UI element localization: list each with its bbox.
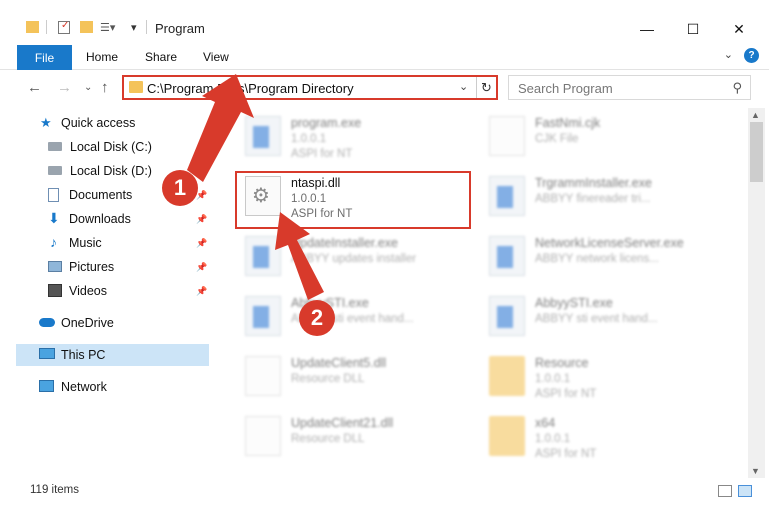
folder-icon xyxy=(489,416,525,456)
maximize-button[interactable]: ☐ xyxy=(670,14,716,44)
file-tab[interactable]: File xyxy=(17,45,72,70)
network-icon xyxy=(39,380,54,392)
computer-icon xyxy=(39,348,55,359)
application-icon xyxy=(245,296,281,336)
customize-icon[interactable]: ☰▾ xyxy=(100,16,115,38)
list-item[interactable]: UpdateClient5.dll Resource DLL xyxy=(237,350,477,406)
vertical-scrollbar[interactable]: ▲ ▼ xyxy=(748,108,765,478)
list-item[interactable]: TrgrammInstaller.exe ABBYY finereader tr… xyxy=(481,170,721,226)
forward-arrow-icon[interactable]: → xyxy=(57,79,72,96)
sidebar-item-local-disk-c[interactable]: Local Disk (C:) xyxy=(0,136,210,158)
ribbon: File Home Share View ⌄ ? xyxy=(0,44,769,70)
list-item[interactable]: x64 1.0.0.1 ASPI for NT xyxy=(481,410,721,466)
list-item[interactable]: AbbyySTI.exe ABBYY sti event hand... xyxy=(481,290,721,346)
drive-icon xyxy=(48,166,62,175)
navigation-pane: ★ Quick access Local Disk (C:) Local Dis… xyxy=(0,108,210,478)
application-icon xyxy=(245,236,281,276)
sidebar-item-videos[interactable]: Videos 📌 xyxy=(0,280,210,302)
folder-icon xyxy=(489,356,525,396)
separator xyxy=(46,20,47,34)
address-bar[interactable]: C:\Program Files\Program Directory ⌄ ↻ xyxy=(122,75,498,100)
highlight-box xyxy=(235,171,471,229)
list-item[interactable]: program.exe 1.0.0.1 ASPI for NT xyxy=(237,110,477,166)
list-item[interactable]: NetworkLicenseServer.exe ABBYY network l… xyxy=(481,230,721,286)
dll-gear-icon xyxy=(245,356,281,396)
pin-icon[interactable]: 📌 xyxy=(196,286,207,297)
application-icon xyxy=(489,296,525,336)
large-icons-view-icon[interactable] xyxy=(738,485,752,497)
pin-icon[interactable]: 📌 xyxy=(196,238,207,249)
list-item[interactable]: AbbyySTI.exe ABBYY sti event hand... xyxy=(237,290,477,346)
back-arrow-icon[interactable]: ← xyxy=(27,79,42,96)
list-item[interactable]: UpdateInstaller.exe ABBYY updates instal… xyxy=(237,230,477,286)
chevron-down-icon[interactable]: ⌄ xyxy=(459,80,468,93)
scroll-down-icon[interactable]: ▼ xyxy=(751,466,760,476)
sidebar-item-pictures[interactable]: Pictures 📌 xyxy=(0,256,210,278)
sidebar-item-onedrive[interactable]: OneDrive xyxy=(0,312,210,334)
search-input[interactable]: Search Program xyxy=(518,81,613,96)
up-arrow-icon[interactable]: ↑ xyxy=(101,79,109,96)
application-icon xyxy=(245,116,281,156)
step-marker-1: 1 xyxy=(162,170,198,206)
title-bar: ✓ ☰▾ ▾ Program — ☐ ✕ xyxy=(0,0,769,44)
file-list: program.exe 1.0.0.1 ASPI for NT FastNmi.… xyxy=(215,108,745,478)
sidebar-item-network[interactable]: Network xyxy=(0,376,210,398)
navigation-bar: ← → ⌄ ↑ C:\Program Files\Program Directo… xyxy=(0,70,769,104)
folder-icon xyxy=(26,16,39,38)
folder-icon xyxy=(129,81,143,93)
tab-view[interactable]: View xyxy=(203,50,229,64)
scroll-up-icon[interactable]: ▲ xyxy=(751,110,760,120)
sidebar-item-downloads[interactable]: ⬇ Downloads 📌 xyxy=(0,208,210,230)
item-count: 119 items xyxy=(30,484,80,496)
document-icon xyxy=(489,116,525,156)
help-icon[interactable]: ? xyxy=(744,48,759,63)
new-folder-icon[interactable] xyxy=(80,16,93,38)
application-icon xyxy=(489,236,525,276)
documents-icon xyxy=(48,188,59,202)
dll-gear-icon xyxy=(245,416,281,456)
expand-ribbon-icon[interactable]: ⌄ xyxy=(724,48,733,61)
dropdown-icon[interactable]: ▾ xyxy=(131,16,137,38)
separator xyxy=(146,20,147,34)
application-icon xyxy=(489,176,525,216)
sidebar-item-this-pc[interactable]: This PC xyxy=(16,344,209,366)
scroll-thumb[interactable] xyxy=(750,122,763,182)
window-title: Program xyxy=(155,21,205,36)
tab-share[interactable]: Share xyxy=(145,50,177,64)
pin-icon[interactable]: 📌 xyxy=(196,214,207,225)
address-path: C:\Program Files\Program Directory xyxy=(147,81,354,96)
recent-locations-icon[interactable]: ⌄ xyxy=(84,82,92,93)
pin-icon[interactable]: 📌 xyxy=(196,262,207,273)
list-item[interactable]: Resource 1.0.0.1 ASPI for NT xyxy=(481,350,721,406)
refresh-icon[interactable]: ↻ xyxy=(476,77,496,98)
videos-icon xyxy=(48,284,62,297)
close-button[interactable]: ✕ xyxy=(716,14,762,44)
download-icon: ⬇ xyxy=(48,210,60,226)
status-bar: 119 items xyxy=(0,478,769,510)
step-marker-2: 2 xyxy=(299,300,335,336)
properties-icon[interactable]: ✓ xyxy=(58,16,70,38)
search-icon: ⚲ xyxy=(732,80,742,95)
list-item[interactable]: FastNmi.cjk CJK File xyxy=(481,110,721,166)
pictures-icon xyxy=(48,261,62,272)
list-item[interactable]: UpdateClient21.dll Resource DLL xyxy=(237,410,477,466)
details-view-icon[interactable] xyxy=(718,485,732,497)
music-icon: ♪ xyxy=(50,234,57,250)
pin-icon[interactable]: 📌 xyxy=(196,166,207,177)
tab-home[interactable]: Home xyxy=(86,50,118,64)
sidebar-item-music[interactable]: ♪ Music 📌 xyxy=(0,232,210,254)
drive-icon xyxy=(48,142,62,151)
star-icon: ★ xyxy=(40,115,52,130)
sidebar-item-quick-access[interactable]: ★ Quick access xyxy=(0,112,210,134)
search-box[interactable]: Search Program ⚲ xyxy=(508,75,751,100)
minimize-button[interactable]: — xyxy=(624,14,670,44)
cloud-icon xyxy=(39,318,55,327)
